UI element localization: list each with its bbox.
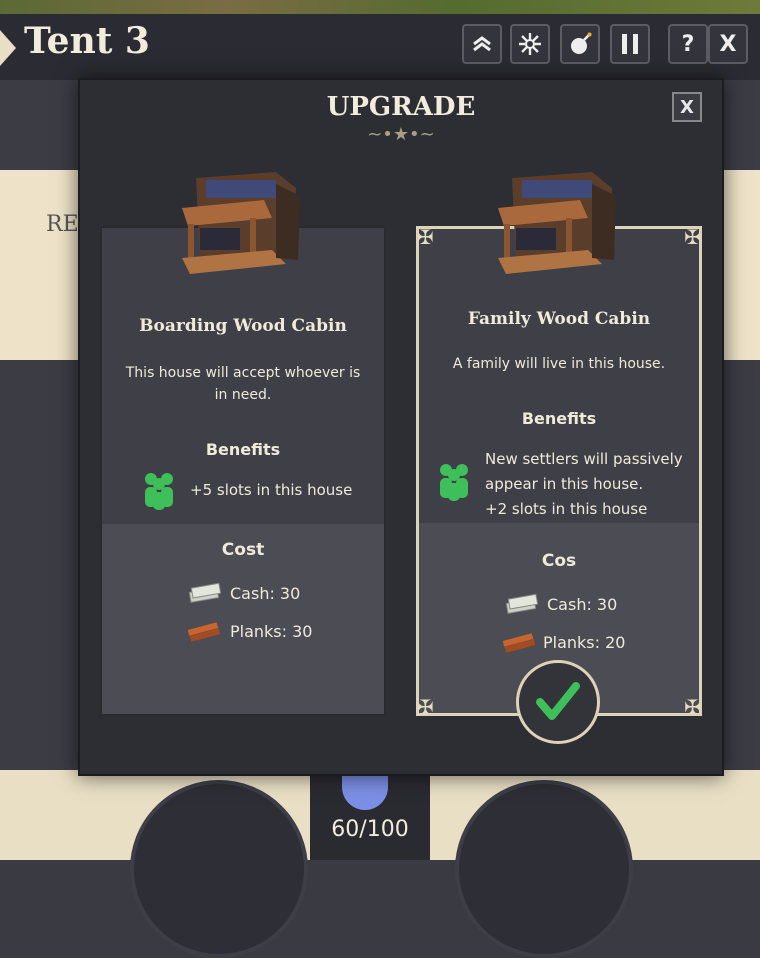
cost-heading: Cost xyxy=(221,540,265,560)
benefits-heading: Benefits xyxy=(205,440,281,459)
confirm-upgrade-button[interactable] xyxy=(516,660,600,744)
bomb-icon xyxy=(571,32,592,54)
corner-ornament-icon: ✠ xyxy=(684,695,701,719)
pause-icon xyxy=(622,34,638,54)
population-value: 60/100 xyxy=(331,817,409,842)
upgrade-button[interactable] xyxy=(462,24,502,64)
close-panel-button[interactable]: X xyxy=(708,24,748,64)
close-icon: X xyxy=(719,31,737,57)
planks-cost: Planks: 20 xyxy=(543,633,626,652)
people-icon xyxy=(145,473,173,510)
modal-title: UPGRADE xyxy=(326,92,476,122)
upgrade-modal: UPGRADE ~•★•~ X Boarding Wood Cabin This… xyxy=(78,78,724,776)
cash-stack-icon xyxy=(505,593,539,614)
option-description: This house will accept whoever is in nee… xyxy=(125,365,361,403)
corner-ornament-icon: ✠ xyxy=(417,695,434,719)
cost-heading: Cos xyxy=(541,551,577,571)
game-world-strip xyxy=(0,0,760,14)
people-icon xyxy=(440,464,468,501)
option-name: Boarding Wood Cabin xyxy=(139,316,347,336)
bottom-left-dial[interactable] xyxy=(130,780,308,958)
cash-cost: Cash: 30 xyxy=(230,584,301,603)
left-background-panel xyxy=(0,170,83,360)
effects-button[interactable] xyxy=(510,24,550,64)
option-description: A family will live in this house. xyxy=(452,356,666,372)
option-name: Family Wood Cabin xyxy=(467,309,651,329)
corner-ornament-icon: ✠ xyxy=(417,225,434,249)
benefit-line: New settlers will passively xyxy=(485,450,683,468)
sunburst-icon xyxy=(519,33,541,55)
help-button[interactable]: ? xyxy=(668,24,708,64)
pause-button[interactable] xyxy=(610,24,650,64)
help-icon: ? xyxy=(681,31,695,57)
cash-stack-icon xyxy=(188,582,222,603)
family-cabin-image xyxy=(498,172,616,274)
back-arrow-icon[interactable] xyxy=(0,30,16,66)
checkmark-icon xyxy=(536,682,580,720)
building-title: Tent 3 xyxy=(24,20,150,62)
modal-close-button[interactable]: X xyxy=(672,92,702,122)
bottom-right-dial[interactable] xyxy=(455,780,633,958)
benefit-text: +5 slots in this house xyxy=(190,481,353,499)
demolish-button[interactable] xyxy=(560,24,600,64)
option-card-boarding[interactable]: Boarding Wood Cabin This house will acce… xyxy=(100,226,386,716)
planks-icon xyxy=(502,633,536,653)
right-background-panel xyxy=(722,170,760,360)
upgrade-chevrons-icon xyxy=(473,36,491,52)
cash-cost: Cash: 30 xyxy=(547,595,618,614)
option-card-family[interactable]: Family Wood Cabin A family will live in … xyxy=(416,225,702,719)
benefit-line: +2 slots in this house xyxy=(485,500,648,518)
left-panel-text: RE xyxy=(46,212,79,237)
title-ornament-icon: ~•★•~ xyxy=(367,124,435,145)
benefit-text: New settlers will passively appear in th… xyxy=(485,447,683,522)
corner-ornament-icon: ✠ xyxy=(684,225,701,249)
boarding-cabin-image xyxy=(182,172,300,274)
planks-cost: Planks: 30 xyxy=(230,622,313,641)
benefit-line: appear in this house. xyxy=(485,475,644,493)
planks-icon xyxy=(187,622,221,642)
benefits-heading: Benefits xyxy=(521,409,597,428)
